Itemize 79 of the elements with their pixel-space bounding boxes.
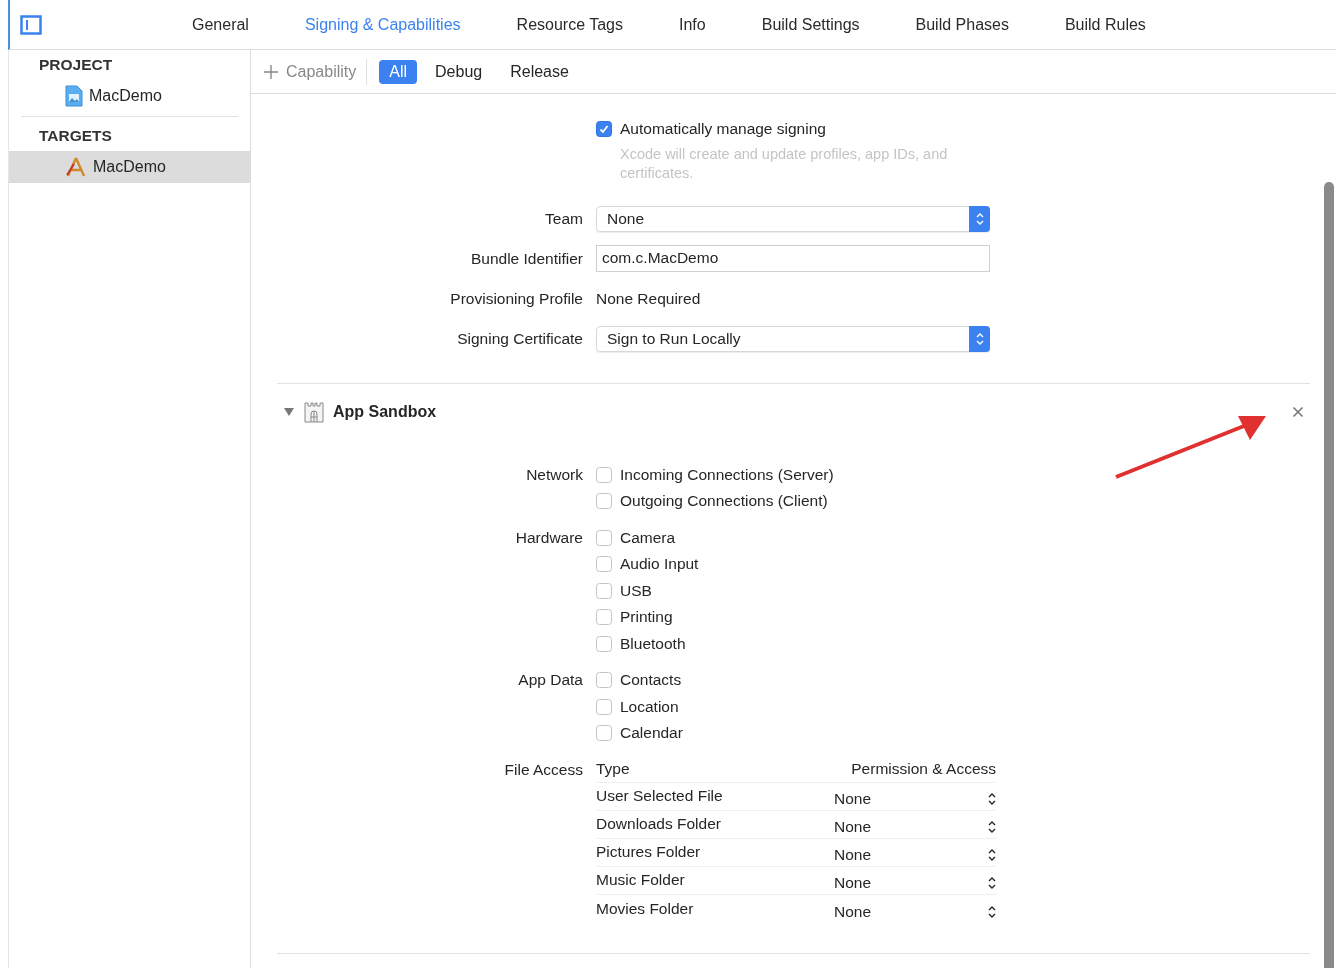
permission-popup[interactable]: None [834, 868, 996, 892]
checkbox[interactable] [596, 635, 612, 652]
section-header: TARGETS [38, 126, 113, 146]
checkbox[interactable] [596, 121, 612, 138]
sidebar-toggle-icon[interactable] [20, 14, 42, 35]
table-cell: Pictures Folder [596, 843, 701, 861]
stepper-icon [975, 211, 984, 226]
plus-icon [263, 63, 279, 80]
checkbox-label: Contacts [620, 671, 682, 690]
close-icon[interactable] [1292, 405, 1304, 418]
checkbox-label: Printing [620, 608, 673, 627]
permission-popup[interactable]: None [834, 812, 996, 836]
tab[interactable]: Resource Tags [516, 15, 623, 34]
section-title: App Sandbox [333, 402, 437, 421]
text-field[interactable]: com.c.MacDemo [596, 245, 990, 272]
tab[interactable]: Build Phases [915, 15, 1009, 34]
checkbox-label: Calendar [620, 724, 683, 743]
field-label: Bundle Identifier [469, 249, 583, 268]
permission-popup[interactable]: None [834, 840, 996, 864]
filter-tab[interactable]: Debug [425, 59, 493, 84]
checkbox[interactable] [596, 582, 612, 599]
table-cell: Movies Folder [596, 899, 694, 918]
checkbox-label: Location [620, 697, 679, 716]
filter-tab[interactable]: Release [500, 59, 579, 84]
permission-popup[interactable]: None [834, 784, 996, 808]
table-cell: Downloads Folder [596, 815, 721, 833]
tab[interactable]: Build Rules [1064, 15, 1146, 34]
checkbox-label: Outgoing Connections (Client) [620, 492, 828, 511]
stepper-icon [988, 792, 996, 806]
tab[interactable]: Info [679, 15, 706, 34]
stepper-icon [988, 904, 996, 919]
checkbox[interactable] [596, 529, 612, 546]
project-file-icon [65, 85, 83, 107]
field-value: None Required [596, 289, 701, 308]
checkbox-label: Audio Input [620, 555, 699, 574]
help-text: Xcode will create and update profiles, app IDs, and certificates. [619, 144, 949, 183]
disclosure-triangle-icon[interactable] [283, 405, 295, 418]
scrollbar[interactable] [1324, 182, 1334, 968]
app-target-icon [65, 156, 87, 178]
permission-popup[interactable]: None [834, 896, 996, 921]
sidebar-item[interactable]: MacDemo [9, 151, 250, 183]
section-header: PROJECT [38, 55, 114, 75]
sandbox-castle-icon [303, 400, 325, 423]
group-label: Network [525, 464, 583, 485]
column-header: Permission & Access [851, 760, 996, 778]
filter-tab[interactable]: All [379, 59, 418, 84]
tab[interactable]: General [192, 15, 249, 34]
checkbox-label: Automatically manage signing [620, 120, 826, 139]
tab[interactable]: Signing & Capabilities [304, 15, 461, 34]
stepper-icon [988, 876, 996, 890]
checkbox-label: Bluetooth [620, 634, 686, 653]
field-label: Team [544, 209, 583, 228]
group-label: Hardware [514, 527, 583, 548]
stepper-icon [988, 848, 996, 862]
popup-button[interactable]: None [596, 205, 990, 232]
group-label: File Access [503, 759, 583, 780]
table-cell: User Selected File [596, 787, 723, 805]
checkbox[interactable] [596, 493, 612, 510]
group-label: App Data [517, 670, 583, 690]
field-label: Provisioning Profile [449, 289, 583, 308]
checkbox[interactable] [596, 672, 612, 689]
stepper-icon [975, 331, 984, 346]
checkbox[interactable] [596, 698, 612, 715]
table-cell: Music Folder [596, 871, 685, 889]
popup-button[interactable]: Sign to Run Locally [596, 325, 990, 352]
sidebar-item[interactable]: MacDemo [9, 80, 250, 112]
checkmark-icon [598, 123, 610, 136]
field-label: Signing Certificate [456, 329, 583, 348]
checkbox-label: Camera [620, 528, 676, 547]
stepper-icon [988, 820, 996, 834]
checkbox[interactable] [596, 556, 612, 573]
column-header: Type [596, 760, 630, 778]
add-capability-button[interactable]: Capability [263, 58, 368, 85]
tab[interactable]: Build Settings [761, 15, 860, 34]
checkbox[interactable] [596, 725, 612, 742]
checkbox[interactable] [596, 466, 612, 483]
checkbox-label: USB [620, 581, 652, 600]
checkbox[interactable] [596, 609, 612, 626]
checkbox-label: Incoming Connections (Server) [620, 465, 834, 484]
